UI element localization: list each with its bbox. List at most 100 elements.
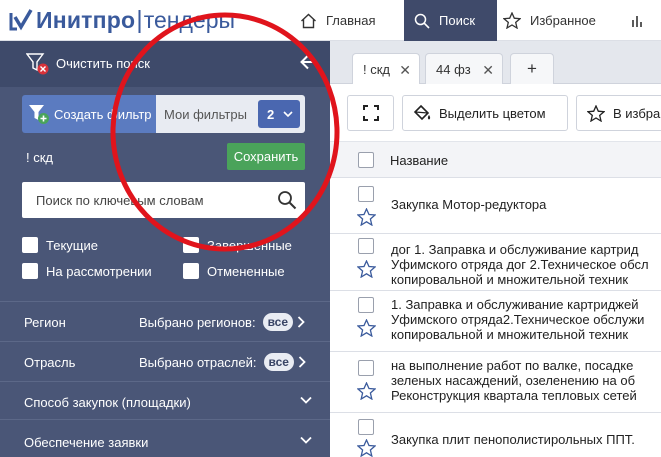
row-checkbox[interactable]	[358, 419, 374, 435]
table-row[interactable]: на выполнение работ по валке, посадке зе…	[330, 352, 661, 413]
bar-chart-icon	[632, 15, 642, 27]
section-industry-value: Выбрано отраслей: все	[139, 353, 306, 371]
industry-all-badge: все	[263, 353, 294, 371]
section-bid-security[interactable]: Обеспечение заявки	[0, 419, 330, 457]
highlight-color-label: Выделить цветом	[439, 105, 546, 121]
chevron-down-icon	[300, 436, 312, 444]
section-industry-label: Отрасль	[24, 355, 76, 370]
select-all-checkbox[interactable]	[358, 152, 374, 168]
chevron-right-icon	[298, 356, 306, 368]
checkbox-box[interactable]	[22, 237, 38, 253]
table-row[interactable]: 1. Заправка и обслуживание картриджей Уф…	[330, 291, 661, 352]
column-header-name[interactable]: Название	[390, 153, 448, 168]
save-filter-button[interactable]: Сохранить	[227, 143, 305, 170]
row-title-line: 1. Заправка и обслуживание картриджей	[391, 297, 639, 312]
checkbox-finished-label: Завершенные	[207, 237, 292, 253]
my-filters-button[interactable]: Мои фильтры 2	[156, 95, 305, 133]
section-industry[interactable]: Отрасль Выбрано отраслей: все	[0, 341, 330, 381]
tab-44fz-label: 44 фз	[436, 61, 471, 77]
section-bid-security-label: Обеспечение заявки	[24, 435, 149, 450]
nav-home[interactable]: Главная	[300, 0, 375, 41]
row-title-line: копировальной и множительной техник	[391, 272, 629, 287]
row-checkbox[interactable]	[358, 238, 374, 254]
row-title[interactable]: на выполнение работ по валке, посадке зе…	[391, 358, 661, 403]
app-logo[interactable]: Инитпро | тендеры	[8, 3, 235, 37]
table-row[interactable]: Закупка Мотор-редуктора	[330, 178, 661, 234]
section-region-value: Выбрано регионов: все	[139, 313, 305, 331]
nav-home-label: Главная	[326, 13, 376, 28]
add-filter-icon	[29, 105, 49, 124]
section-region-label: Регион	[24, 315, 66, 330]
fullscreen-icon	[362, 105, 379, 121]
row-title[interactable]: 1. Заправка и обслуживание картриджей Уф…	[391, 297, 661, 342]
logo-separator: |	[136, 5, 143, 34]
add-tab-button[interactable]: +	[510, 53, 554, 84]
add-to-favorites-label: В избра	[613, 105, 661, 121]
keyword-search-input[interactable]	[22, 182, 262, 218]
search-icon	[414, 13, 430, 29]
logo-icon	[9, 9, 33, 31]
star-icon[interactable]	[357, 382, 376, 400]
checkbox-cancelled-label: Отмененные	[207, 263, 285, 279]
fullscreen-button[interactable]	[347, 95, 394, 131]
star-icon[interactable]	[357, 208, 376, 226]
checkbox-box[interactable]	[183, 237, 199, 253]
industry-count-label: Выбрано отраслей:	[139, 354, 257, 370]
filter-sidebar: Очистить поиск Создать фильтр Мои фильтр…	[0, 41, 330, 457]
checkbox-box[interactable]	[183, 263, 199, 279]
checkbox-current[interactable]: Текущие	[22, 237, 98, 253]
current-filter-name: ! скд	[26, 150, 53, 165]
section-procurement-method-label: Способ закупок (площадки)	[24, 395, 191, 410]
star-icon[interactable]	[357, 260, 376, 278]
search-tabs: ! скд ✕ 44 фз ✕ +	[330, 41, 661, 85]
clear-search-label: Очистить поиск	[56, 56, 150, 71]
nav-analytics[interactable]	[631, 0, 654, 41]
my-filters-label: Мои фильтры	[164, 106, 247, 122]
keyword-search-box	[22, 182, 305, 218]
tab-44fz[interactable]: 44 фз ✕	[425, 53, 503, 84]
row-title-line: копировальной и множительной техник	[391, 327, 629, 342]
tab-skd[interactable]: ! скд ✕	[352, 53, 420, 85]
row-title[interactable]: Закупка Мотор-редуктора	[391, 197, 661, 212]
arrow-left-icon[interactable]	[299, 52, 319, 72]
nav-search-label: Поиск	[439, 13, 476, 28]
logo-text-light: тендеры	[143, 6, 236, 33]
close-icon[interactable]: ✕	[399, 62, 411, 79]
star-icon	[587, 104, 605, 122]
table-row[interactable]: дог 1. Заправка и обслуживание картрид У…	[330, 234, 661, 291]
results-toolbar: Выделить цветом В избра	[330, 84, 661, 142]
checkbox-finished[interactable]: Завершенные	[183, 237, 292, 253]
region-all-badge: все	[262, 313, 293, 331]
row-title-line: дог 1. Заправка и обслуживание картрид	[391, 242, 639, 257]
checkbox-under-review[interactable]: На рассмотрении	[22, 263, 152, 279]
clear-filter-icon	[26, 53, 49, 75]
row-title[interactable]: Закупка плит пенополистирольных ППТ.	[391, 432, 661, 447]
create-filter-button[interactable]: Создать фильтр	[22, 95, 156, 133]
section-procurement-method[interactable]: Способ закупок (площадки)	[0, 381, 330, 419]
search-icon[interactable]	[277, 190, 297, 210]
star-icon[interactable]	[357, 319, 376, 337]
nav-search[interactable]: Поиск	[404, 0, 497, 41]
row-checkbox[interactable]	[358, 186, 374, 202]
add-to-favorites-button[interactable]: В избра	[576, 95, 661, 131]
close-icon[interactable]: ✕	[482, 62, 494, 79]
row-checkbox[interactable]	[358, 297, 374, 313]
row-checkbox[interactable]	[358, 360, 374, 376]
region-count-label: Выбрано регионов:	[139, 314, 256, 330]
logo-text-bold: Инитпро	[36, 6, 136, 33]
row-title-line: Реконструкция квартала тепловых сетей	[391, 388, 637, 403]
highlight-color-button[interactable]: Выделить цветом	[402, 95, 568, 131]
star-icon[interactable]	[357, 439, 376, 457]
filters-count-dropdown[interactable]: 2	[258, 100, 300, 128]
nav-favorites[interactable]: Избранное	[503, 0, 596, 41]
table-row[interactable]: Закупка плит пенополистирольных ППТ.	[330, 413, 661, 457]
checkbox-box[interactable]	[22, 263, 38, 279]
home-icon	[301, 13, 316, 28]
chevron-down-icon	[300, 396, 312, 404]
clear-search-row[interactable]: Очистить поиск	[0, 41, 330, 87]
section-region[interactable]: Регион Выбрано регионов: все	[0, 301, 330, 341]
checkbox-cancelled[interactable]: Отмененные	[183, 263, 285, 279]
row-title[interactable]: дог 1. Заправка и обслуживание картрид У…	[391, 242, 661, 287]
checkbox-current-label: Текущие	[46, 237, 98, 253]
results-panel: ! скд ✕ 44 фз ✕ + Выделить цветом В избр…	[330, 41, 661, 457]
